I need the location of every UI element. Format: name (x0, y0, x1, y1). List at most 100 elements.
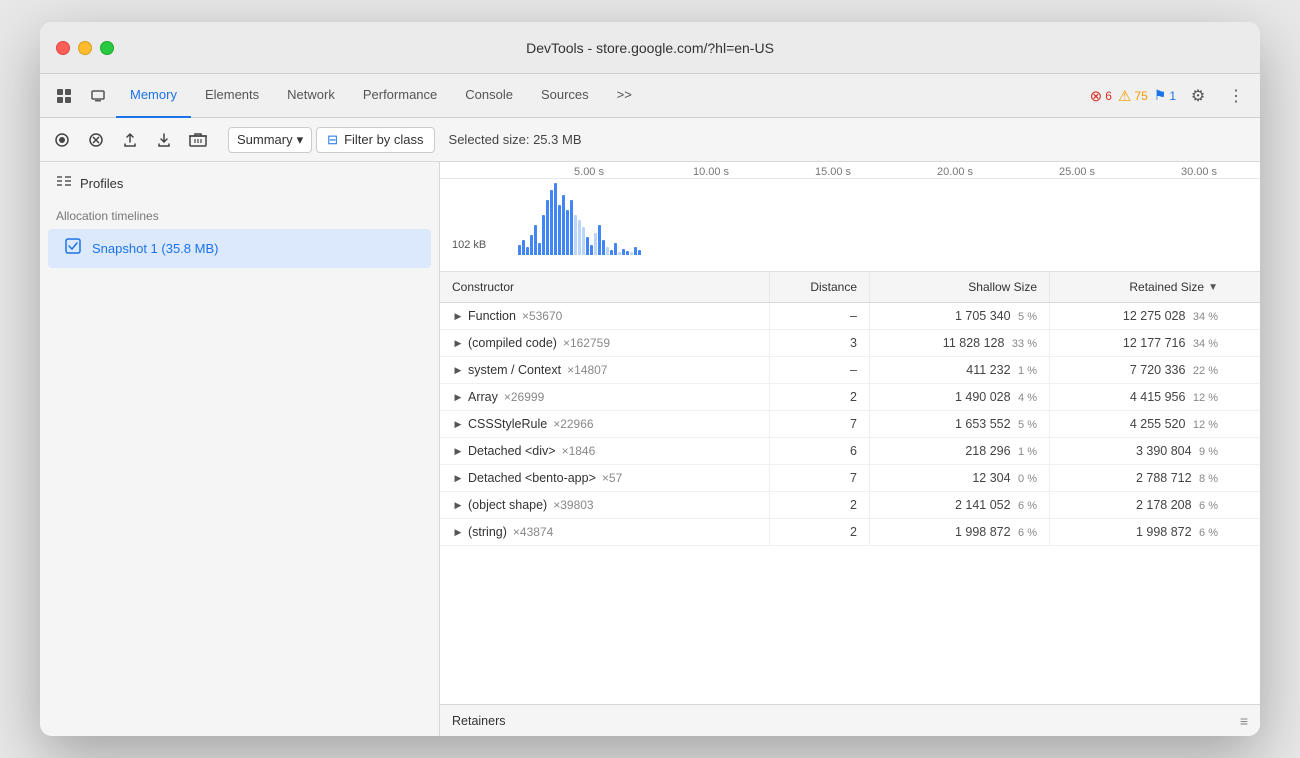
col-header-shallow: Shallow Size (870, 272, 1050, 302)
sidebar: Profiles Allocation timelines Snapshot 1… (40, 162, 440, 736)
collect-garbage-button[interactable] (184, 126, 212, 154)
row-shallow: 218 296 1 % (870, 438, 1050, 464)
tab-performance[interactable]: Performance (349, 74, 451, 118)
table-row[interactable]: ▶ CSSStyleRule ×22966 7 1 653 552 5 % 4 … (440, 411, 1260, 438)
table-row[interactable]: ▶ Array ×26999 2 1 490 028 4 % 4 415 956… (440, 384, 1260, 411)
table-row[interactable]: ▶ (object shape) ×39803 2 2 141 052 6 % … (440, 492, 1260, 519)
table-header: Constructor Distance Shallow Size Retain… (440, 272, 1260, 303)
device-icon[interactable] (82, 82, 114, 110)
chart-bar (550, 190, 553, 255)
row-shallow: 1 653 552 5 % (870, 411, 1050, 437)
chart-bar (630, 252, 633, 255)
info-count: 1 (1169, 89, 1176, 103)
tab-memory[interactable]: Memory (116, 74, 191, 118)
warning-count: 75 (1134, 89, 1147, 103)
tick-20s: 20.00 s (894, 166, 1016, 178)
expand-icon[interactable]: ▶ (452, 391, 464, 403)
error-icon: ⊗ (1090, 87, 1103, 105)
chart-bar (542, 215, 545, 255)
profiles-section: Profiles (40, 162, 439, 201)
toolbar: Memory Elements Network Performance Cons… (40, 74, 1260, 118)
timeline-ruler: 5.00 s 10.00 s 15.00 s 20.00 s 25.00 s 3… (440, 162, 1260, 179)
tab-bar: Memory Elements Network Performance Cons… (116, 74, 1088, 118)
snapshot-icon (64, 237, 82, 260)
table-row[interactable]: ▶ Function ×53670 – 1 705 340 5 % 12 275… (440, 303, 1260, 330)
chart-bar (534, 225, 537, 255)
sort-icon[interactable]: ▼ (1208, 282, 1218, 293)
settings-icon[interactable]: ⚙ (1182, 82, 1214, 110)
expand-icon[interactable]: ▶ (452, 526, 464, 538)
timeline-chart: 102 kB (440, 179, 1260, 259)
tab-network[interactable]: Network (273, 74, 349, 118)
info-badge[interactable]: ⚑ 1 (1154, 87, 1176, 104)
row-distance: – (770, 357, 870, 383)
chart-bar (562, 195, 565, 255)
chart-bar (606, 247, 609, 255)
row-constructor: ▶ system / Context ×14807 (440, 357, 770, 383)
table-row[interactable]: ▶ system / Context ×14807 – 411 232 1 % … (440, 357, 1260, 384)
expand-icon[interactable]: ▶ (452, 337, 464, 349)
tab-sources[interactable]: Sources (527, 74, 603, 118)
tick-30s: 30.00 s (1138, 166, 1260, 178)
minimize-button[interactable] (78, 41, 92, 55)
row-retained: 7 720 336 22 % (1050, 357, 1230, 383)
grid-icon[interactable] (48, 82, 80, 110)
error-badge[interactable]: ⊗ 6 (1090, 87, 1112, 105)
row-retained: 4 255 520 12 % (1050, 411, 1230, 437)
warning-badge[interactable]: ⚠ 75 (1118, 87, 1148, 105)
upload-button[interactable] (116, 126, 144, 154)
row-constructor: ▶ (object shape) ×39803 (440, 492, 770, 518)
row-distance: 6 (770, 438, 870, 464)
action-bar: Summary ▾ ⊟ Filter by class Selected siz… (40, 118, 1260, 162)
row-shallow: 12 304 0 % (870, 465, 1050, 491)
chart-bar (558, 205, 561, 255)
expand-icon[interactable]: ▶ (452, 445, 464, 457)
chart-bar (526, 247, 529, 255)
selected-size-label: Selected size: 25.3 MB (449, 132, 582, 147)
row-constructor: ▶ Detached <bento-app> ×57 (440, 465, 770, 491)
tab-elements[interactable]: Elements (191, 74, 273, 118)
close-button[interactable] (56, 41, 70, 55)
toolbar-right: ⊗ 6 ⚠ 75 ⚑ 1 ⚙ ⋮ (1090, 82, 1252, 110)
summary-filter-bar: Summary ▾ ⊟ Filter by class Selected siz… (218, 127, 1252, 153)
main-layout: Summary ▾ ⊟ Filter by class Selected siz… (40, 118, 1260, 736)
filter-by-class-button[interactable]: ⊟ Filter by class (316, 127, 434, 153)
chart-bar (614, 243, 617, 255)
download-button[interactable] (150, 126, 178, 154)
panels: Profiles Allocation timelines Snapshot 1… (40, 162, 1260, 736)
menu-icon[interactable]: ≡ (1240, 713, 1248, 729)
table-row[interactable]: ▶ (compiled code) ×162759 3 11 828 128 3… (440, 330, 1260, 357)
row-shallow: 11 828 128 33 % (870, 330, 1050, 356)
chart-bar (522, 240, 525, 255)
record-button[interactable] (48, 126, 76, 154)
row-retained: 2 788 712 8 % (1050, 465, 1230, 491)
table-row[interactable]: ▶ (string) ×43874 2 1 998 872 6 % 1 998 … (440, 519, 1260, 546)
maximize-button[interactable] (100, 41, 114, 55)
chart-bar (538, 243, 541, 255)
expand-icon[interactable]: ▶ (452, 418, 464, 430)
summary-dropdown[interactable]: Summary ▾ (228, 127, 312, 153)
row-constructor: ▶ (string) ×43874 (440, 519, 770, 545)
expand-icon[interactable]: ▶ (452, 364, 464, 376)
row-distance: 2 (770, 384, 870, 410)
devtools-window: DevTools - store.google.com/?hl=en-US Me… (40, 22, 1260, 736)
chart-bar (554, 183, 557, 255)
retainers-bar: Retainers ≡ (440, 704, 1260, 736)
expand-icon[interactable]: ▶ (452, 472, 464, 484)
expand-icon[interactable]: ▶ (452, 499, 464, 511)
row-distance: 7 (770, 465, 870, 491)
summary-label: Summary (237, 132, 293, 147)
row-constructor: ▶ Detached <div> ×1846 (440, 438, 770, 464)
table-row[interactable]: ▶ Detached <div> ×1846 6 218 296 1 % 3 3… (440, 438, 1260, 465)
clear-button[interactable] (82, 126, 110, 154)
tab-console[interactable]: Console (451, 74, 527, 118)
tab-more[interactable]: >> (603, 74, 646, 118)
row-constructor: ▶ (compiled code) ×162759 (440, 330, 770, 356)
snapshot-item[interactable]: Snapshot 1 (35.8 MB) (48, 229, 431, 268)
expand-icon[interactable]: ▶ (452, 310, 464, 322)
profiles-label: Profiles (80, 176, 123, 191)
more-options-icon[interactable]: ⋮ (1220, 82, 1252, 110)
table-row[interactable]: ▶ Detached <bento-app> ×57 7 12 304 0 % … (440, 465, 1260, 492)
chart-bar (610, 250, 613, 255)
timeline-area: 5.00 s 10.00 s 15.00 s 20.00 s 25.00 s 3… (440, 162, 1260, 272)
